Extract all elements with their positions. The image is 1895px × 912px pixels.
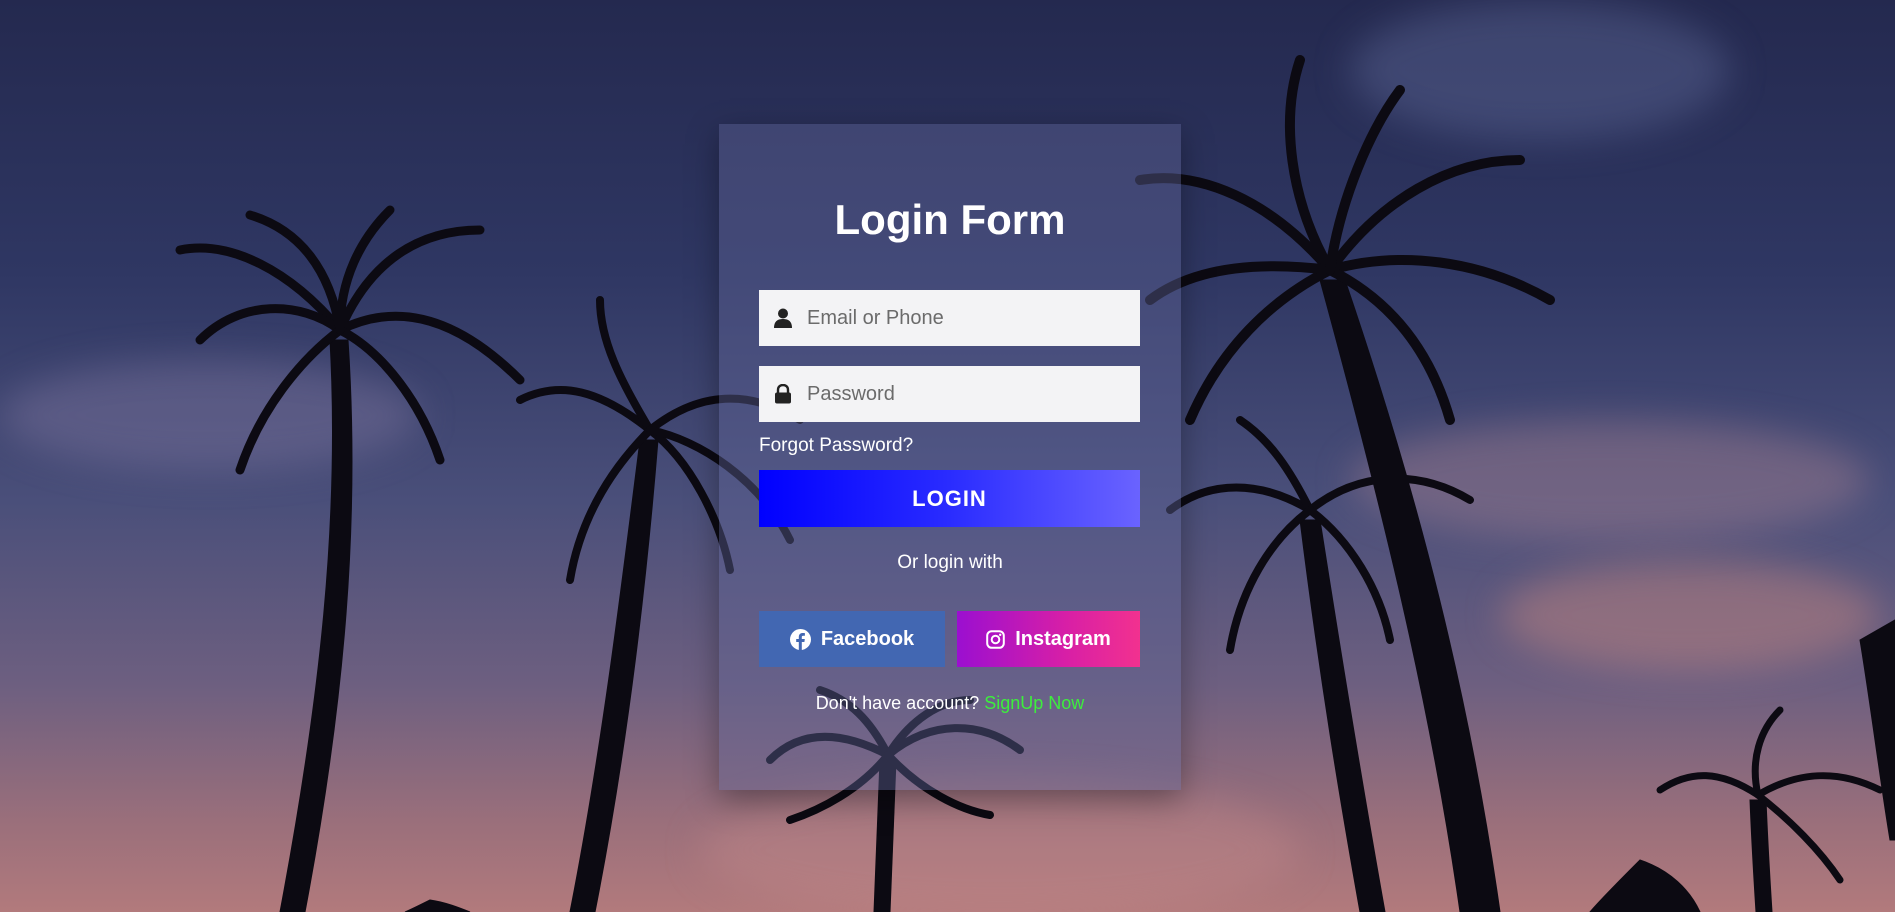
login-button[interactable]: LOGIN <box>759 470 1140 527</box>
user-icon <box>759 290 807 346</box>
signup-prompt: Don't have account? SignUp Now <box>719 693 1181 714</box>
lock-icon <box>759 366 807 422</box>
or-login-with-text: Or login with <box>897 552 1003 573</box>
email-field[interactable] <box>759 290 1140 346</box>
forgot-password-link[interactable]: Forgot Password? <box>759 435 913 457</box>
instagram-login-button[interactable]: Instagram <box>957 611 1140 667</box>
password-field[interactable] <box>759 366 1140 422</box>
instagram-icon <box>986 629 1006 649</box>
facebook-login-button[interactable]: Facebook <box>759 611 945 667</box>
login-card: Login Form Forgot Password? LOGIN Or log… <box>719 124 1181 790</box>
facebook-label: Facebook <box>820 627 915 650</box>
password-input[interactable] <box>807 374 1127 414</box>
email-input[interactable] <box>807 298 1127 338</box>
no-account-text: Don't have account? <box>815 693 980 713</box>
instagram-label: Instagram <box>1015 627 1111 650</box>
facebook-icon <box>789 628 811 650</box>
form-title: Login Form <box>834 196 1066 243</box>
signup-link[interactable]: SignUp Now <box>984 693 1084 713</box>
